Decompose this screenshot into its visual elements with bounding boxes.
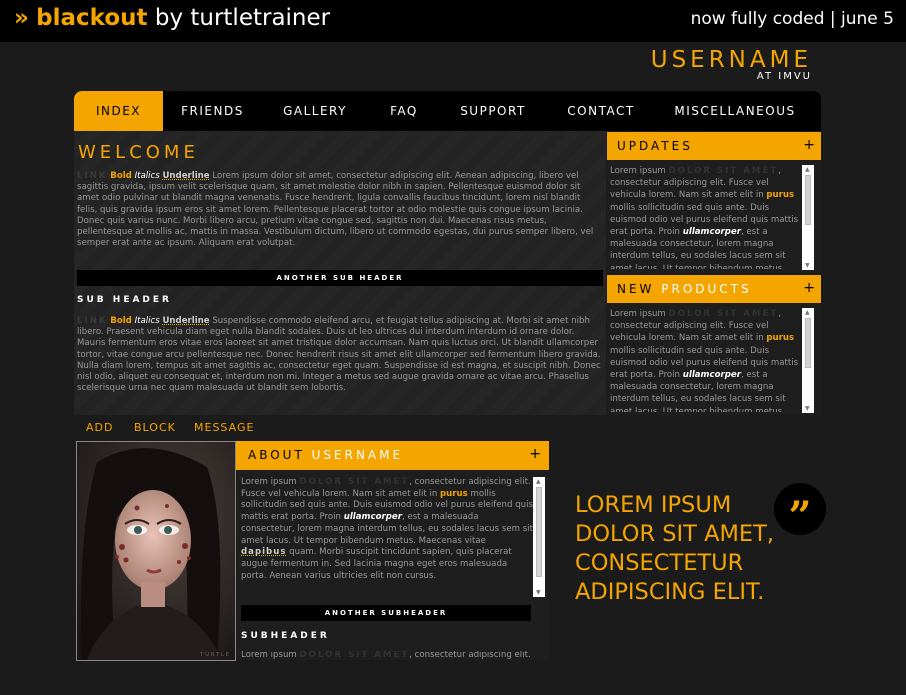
expand-icon[interactable]: + bbox=[803, 280, 815, 296]
new-products-scrollbar[interactable]: ▲ ▼ bbox=[802, 308, 814, 413]
sub-header: SUB HEADER bbox=[77, 295, 172, 305]
about-header[interactable]: ABOUT USERNAME + bbox=[236, 441, 549, 470]
updates-italic-text: ullamcorper bbox=[682, 227, 741, 238]
scroll-down-icon[interactable]: ▼ bbox=[805, 405, 810, 412]
new-products-header[interactable]: NEW PRODUCTS + bbox=[607, 275, 821, 303]
updates-bold-text: purus bbox=[766, 190, 795, 201]
about-title-a: ABOUT bbox=[248, 448, 305, 462]
about-tail-text: Lorem ipsum DOLOR SIT AMET, consectetur … bbox=[241, 651, 533, 660]
scroll-up-icon[interactable]: ▲ bbox=[805, 309, 810, 316]
about-title-b: USERNAME bbox=[311, 448, 404, 462]
expand-icon[interactable]: + bbox=[529, 446, 541, 462]
scroll-thumb[interactable] bbox=[805, 318, 811, 368]
sample-underline-2: Underline bbox=[162, 316, 210, 326]
about-title: ABOUT USERNAME bbox=[248, 448, 403, 462]
about-dark-text: DOLOR SIT AMET bbox=[299, 477, 410, 487]
new-products-body: Lorem ipsum DOLOR SIT AMET, consectetur … bbox=[610, 308, 802, 412]
sample-bold-2: Bold bbox=[110, 316, 132, 326]
scroll-up-icon[interactable]: ▲ bbox=[805, 166, 810, 173]
sample-italics: Italics bbox=[134, 171, 160, 181]
products-italic-text: ullamcorper bbox=[682, 370, 741, 381]
updates-body: Lorem ipsum DOLOR SIT AMET, consectetur … bbox=[610, 165, 802, 269]
raquo-icon: » bbox=[14, 5, 29, 31]
welcome-section: WELCOME LINK Bold Italics Underline Lore… bbox=[74, 131, 606, 415]
scroll-thumb[interactable] bbox=[536, 487, 542, 577]
nav-miscellaneous[interactable]: MISCELLANEOUS bbox=[656, 91, 814, 131]
about-bold-text: purus bbox=[440, 488, 468, 499]
about-subheader: SUBHEADER bbox=[241, 631, 330, 641]
about-tail-2: , consectetur adipiscing elit. bbox=[409, 651, 531, 660]
block-button[interactable]: BLOCK bbox=[134, 421, 176, 434]
about-panel: ABOUT USERNAME + Lorem ipsum DOLOR SIT A… bbox=[236, 441, 549, 660]
welcome-paragraph: LINK Bold Italics Underline Lorem ipsum … bbox=[77, 171, 603, 249]
avatar: TURTLE bbox=[76, 441, 236, 661]
second-text: Suspendisse commodo eleifend arcu, et fe… bbox=[77, 316, 601, 394]
nav-contact[interactable]: CONTACT bbox=[546, 91, 656, 131]
avatar-watermark: TURTLE bbox=[200, 652, 231, 658]
scroll-thumb[interactable] bbox=[805, 175, 811, 225]
profile-username-block: USERNAME AT IMVU bbox=[651, 47, 812, 82]
nav-support[interactable]: SUPPORT bbox=[440, 91, 546, 131]
quote-icon: ” bbox=[774, 483, 826, 540]
sample-underline: Underline bbox=[162, 171, 210, 181]
brand-author: by turtletrainer bbox=[147, 5, 331, 31]
top-bar: » blackout by turtletrainer now fully co… bbox=[0, 0, 906, 42]
add-button[interactable]: ADD bbox=[86, 421, 113, 434]
avatar-image bbox=[77, 442, 235, 660]
nav-gallery[interactable]: GALLERY bbox=[262, 91, 368, 131]
new-products-title: NEW PRODUCTS bbox=[617, 282, 752, 296]
status-text: now fully coded | june 5 bbox=[690, 9, 894, 29]
about-scrollbar[interactable]: ▲ ▼ bbox=[533, 477, 545, 597]
scroll-up-icon[interactable]: ▲ bbox=[536, 478, 541, 485]
new-products-panel: NEW PRODUCTS + Lorem ipsum DOLOR SIT AME… bbox=[607, 275, 821, 415]
brand-name: blackout bbox=[36, 5, 148, 31]
nav-index[interactable]: INDEX bbox=[74, 91, 163, 131]
about-italic-text: ullamcorper bbox=[343, 512, 402, 523]
second-paragraph: LINK Bold Italics Underline Suspendisse … bbox=[77, 316, 603, 394]
updates-text-1: Lorem ipsum bbox=[610, 166, 666, 176]
about-text-1: Lorem ipsum bbox=[241, 477, 297, 487]
new-products-title-a: NEW bbox=[617, 282, 655, 296]
sample-link-2[interactable]: LINK bbox=[77, 316, 108, 326]
message-button[interactable]: MESSAGE bbox=[194, 421, 254, 434]
profile-username: USERNAME bbox=[650, 47, 812, 73]
new-products-title-b: PRODUCTS bbox=[661, 282, 752, 296]
sample-bold: Bold bbox=[110, 171, 132, 181]
updates-dark-text: DOLOR SIT AMET bbox=[668, 166, 779, 176]
products-dark-text: DOLOR SIT AMET bbox=[668, 309, 779, 319]
nav-friends[interactable]: FRIENDS bbox=[163, 91, 262, 131]
updates-title: UPDATES bbox=[617, 139, 693, 153]
scroll-down-icon[interactable]: ▼ bbox=[805, 262, 810, 269]
products-text-1: Lorem ipsum bbox=[610, 309, 666, 319]
welcome-title: WELCOME bbox=[78, 142, 199, 163]
expand-icon[interactable]: + bbox=[803, 137, 815, 153]
about-tail-1: Lorem ipsum bbox=[241, 651, 297, 660]
main-nav: INDEX FRIENDS GALLERY FAQ SUPPORT CONTAC… bbox=[74, 91, 821, 131]
products-bold-text: purus bbox=[766, 333, 795, 344]
scroll-down-icon[interactable]: ▼ bbox=[536, 589, 541, 596]
about-subheader-bar: ANOTHER SUBHEADER bbox=[241, 605, 531, 621]
sub-header-bar: ANOTHER SUB HEADER bbox=[77, 270, 603, 286]
nav-faq[interactable]: FAQ bbox=[368, 91, 440, 131]
welcome-text: Lorem ipsum dolor sit amet, consectetur … bbox=[77, 171, 594, 249]
quote-text: LOREM IPSUM DOLOR SIT AMET, CONSECTETUR … bbox=[575, 492, 774, 605]
sample-link[interactable]: LINK bbox=[77, 171, 108, 181]
sample-italics-2: Italics bbox=[134, 316, 160, 326]
about-body: Lorem ipsum DOLOR SIT AMET, consectetur … bbox=[241, 477, 533, 587]
updates-scrollbar[interactable]: ▲ ▼ bbox=[802, 165, 814, 270]
site-brand[interactable]: » blackout by turtletrainer bbox=[14, 5, 330, 31]
updates-panel: UPDATES + Lorem ipsum DOLOR SIT AMET, co… bbox=[607, 132, 821, 272]
about-tail-dark: DOLOR SIT AMET bbox=[299, 651, 410, 660]
updates-header[interactable]: UPDATES + bbox=[607, 132, 821, 160]
about-underline-text: dapibus bbox=[241, 547, 287, 558]
